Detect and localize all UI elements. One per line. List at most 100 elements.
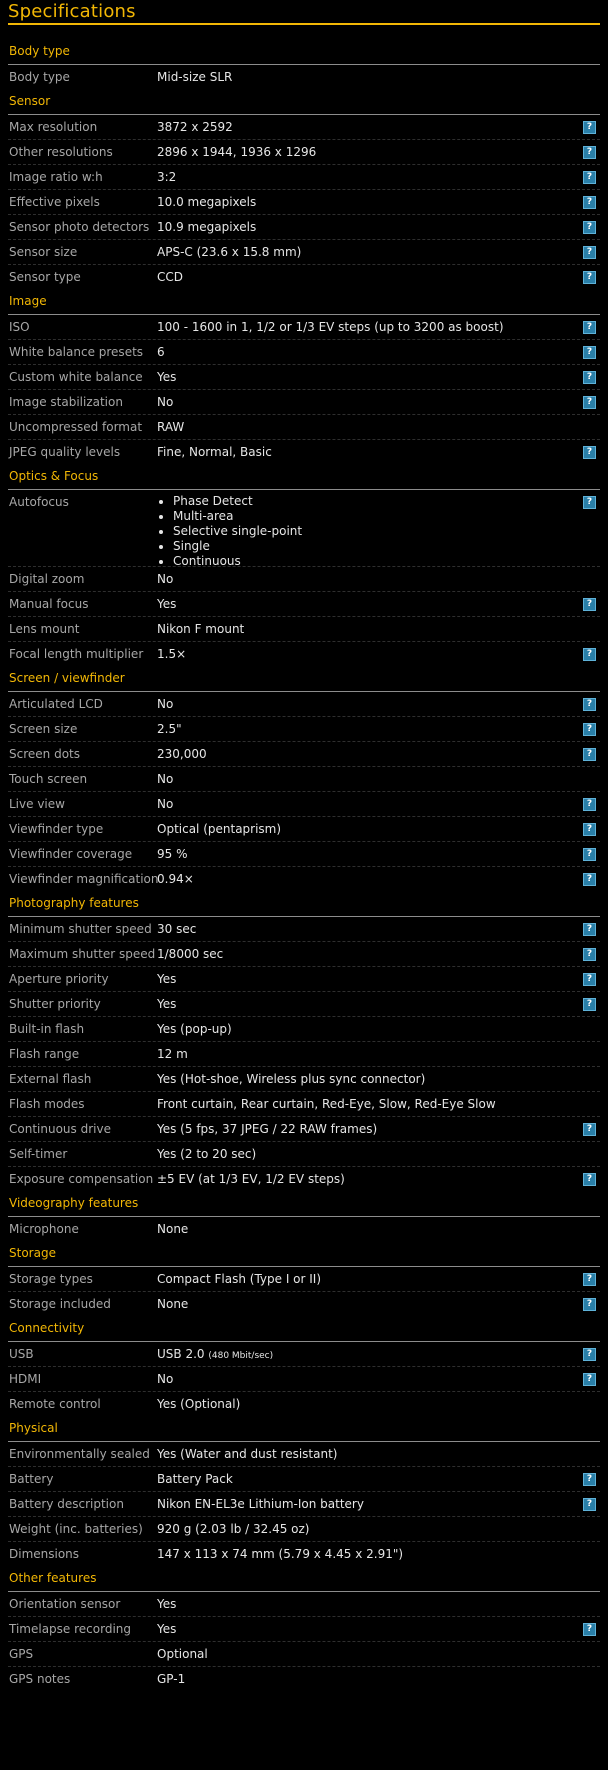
- spec-label: USB: [9, 1347, 34, 1361]
- spec-value-text: 147 x 113 x 74 mm (5.79 x 4.45 x 2.91"): [157, 1547, 404, 1561]
- spec-label: Flash modes: [9, 1097, 85, 1111]
- spec-value-text: 12 m: [157, 1047, 188, 1061]
- spec-value: 147 x 113 x 74 mm (5.79 x 4.45 x 2.91"): [157, 1542, 403, 1567]
- spec-row-manual-focus: Manual focus Yes?: [8, 592, 600, 617]
- help-icon[interactable]: ?: [583, 346, 596, 359]
- spec-value: 95 %: [157, 842, 188, 867]
- help-icon[interactable]: ?: [583, 1373, 596, 1386]
- spec-value: 2896 x 1944, 1936 x 1296: [157, 140, 316, 165]
- spec-value-text: Mid-size SLR: [157, 70, 233, 84]
- spec-row-digital-zoom: Digital zoom No: [8, 567, 600, 592]
- help-icon[interactable]: ?: [583, 848, 596, 861]
- help-icon[interactable]: ?: [583, 723, 596, 736]
- spec-label: Self-timer: [9, 1147, 68, 1161]
- spec-label: Continuous drive: [9, 1122, 111, 1136]
- help-icon[interactable]: ?: [583, 698, 596, 711]
- help-icon[interactable]: ?: [583, 973, 596, 986]
- spec-value-text: Yes (2 to 20 sec): [157, 1147, 257, 1161]
- spec-value: None: [157, 1217, 188, 1242]
- help-icon[interactable]: ?: [583, 146, 596, 159]
- help-icon[interactable]: ?: [583, 196, 596, 209]
- spec-label: GPS: [9, 1647, 34, 1661]
- help-icon[interactable]: ?: [583, 121, 596, 134]
- help-icon[interactable]: ?: [583, 1123, 596, 1136]
- spec-row-dimensions: Dimensions 147 x 113 x 74 mm (5.79 x 4.45…: [8, 1542, 600, 1567]
- spec-value: Optical (pentaprism): [157, 817, 281, 842]
- help-icon[interactable]: ?: [583, 798, 596, 811]
- spec-value-text: 10.9 megapixels: [157, 220, 257, 234]
- spec-value-text: ±5 EV (at 1/3 EV, 1/2 EV steps): [157, 1172, 345, 1186]
- spec-value-text: Yes (Water and dust resistant): [157, 1447, 338, 1461]
- title-divider: [8, 23, 600, 25]
- spec-row-flash-modes: Flash modes Front curtain, Rear curtain, …: [8, 1092, 600, 1117]
- spec-value: No: [157, 1367, 173, 1392]
- spec-label: Orientation sensor: [9, 1597, 121, 1611]
- help-icon[interactable]: ?: [583, 1298, 596, 1311]
- help-icon[interactable]: ?: [583, 496, 596, 509]
- spec-row-battery-description: Battery description Nikon EN-EL3e Lithium…: [8, 1492, 600, 1517]
- spec-label: Environmentally sealed: [9, 1447, 150, 1461]
- help-icon[interactable]: ?: [583, 221, 596, 234]
- spec-value: Fine, Normal, Basic: [157, 440, 272, 465]
- help-icon[interactable]: ?: [583, 1348, 596, 1361]
- spec-value: 1.5×: [157, 642, 186, 667]
- spec-value: Yes: [157, 967, 176, 992]
- help-icon[interactable]: ?: [583, 598, 596, 611]
- help-icon[interactable]: ?: [583, 748, 596, 761]
- help-icon[interactable]: ?: [583, 648, 596, 661]
- spec-value-text: No: [157, 797, 174, 811]
- help-icon[interactable]: ?: [583, 998, 596, 1011]
- help-icon[interactable]: ?: [583, 1473, 596, 1486]
- spec-value: Yes: [157, 1592, 176, 1617]
- spec-value-text: 100 - 1600 in 1, 1/2 or 1/3 EV steps (up…: [157, 320, 504, 334]
- spec-row-flash-range: Flash range 12 m: [8, 1042, 600, 1067]
- help-icon[interactable]: ?: [583, 371, 596, 384]
- help-icon[interactable]: ?: [583, 171, 596, 184]
- spec-row-articulated-lcd: Articulated LCD No?: [8, 692, 600, 717]
- help-icon[interactable]: ?: [583, 923, 596, 936]
- spec-value: Front curtain, Rear curtain, Red-Eye, Sl…: [157, 1092, 496, 1117]
- spec-value: Nikon EN-EL3e Lithium-Ion battery: [157, 1492, 364, 1517]
- help-icon[interactable]: ?: [583, 948, 596, 961]
- spec-row-aperture-priority: Aperture priority Yes?: [8, 967, 600, 992]
- spec-value-text: Optional: [157, 1647, 208, 1661]
- help-icon[interactable]: ?: [583, 321, 596, 334]
- spec-row-image-ratio-w-h: Image ratio w:h 3:2?: [8, 165, 600, 190]
- spec-value: Mid-size SLR: [157, 65, 232, 90]
- spec-value: 10.9 megapixels: [157, 215, 256, 240]
- help-icon[interactable]: ?: [583, 446, 596, 459]
- spec-row-storage-types: Storage types Compact Flash (Type I or II…: [8, 1267, 600, 1292]
- spec-value-text: Yes (pop-up): [157, 1022, 232, 1036]
- spec-value-text: No: [157, 1372, 174, 1386]
- spec-value-text: None: [157, 1297, 189, 1311]
- spec-value-text: 3872 x 2592: [157, 120, 233, 134]
- spec-value-text: Front curtain, Rear curtain, Red-Eye, Sl…: [157, 1097, 496, 1111]
- help-icon[interactable]: ?: [583, 246, 596, 259]
- spec-label: Body type: [9, 70, 70, 84]
- spec-value: 230,000: [157, 742, 207, 767]
- spec-value: 10.0 megapixels: [157, 190, 256, 215]
- spec-label: Exposure compensation: [9, 1172, 154, 1186]
- spec-value-text: No: [157, 697, 174, 711]
- spec-value: 3872 x 2592: [157, 115, 233, 140]
- spec-value-text: Battery Pack: [157, 1472, 233, 1486]
- spec-row-image-stabilization: Image stabilization No?: [8, 390, 600, 415]
- help-icon[interactable]: ?: [583, 1173, 596, 1186]
- spec-value-text: GP-1: [157, 1672, 186, 1686]
- help-icon[interactable]: ?: [583, 873, 596, 886]
- help-icon[interactable]: ?: [583, 1498, 596, 1511]
- help-icon[interactable]: ?: [583, 1623, 596, 1636]
- help-icon[interactable]: ?: [583, 271, 596, 284]
- spec-value: 100 - 1600 in 1, 1/2 or 1/3 EV steps (up…: [157, 315, 504, 340]
- spec-value-text: CCD: [157, 270, 183, 284]
- spec-value-text: 2896 x 1944, 1936 x 1296: [157, 145, 317, 159]
- spec-row-uncompressed-format: Uncompressed format RAW: [8, 415, 600, 440]
- spec-value: No: [157, 390, 173, 415]
- spec-label: Viewfinder magnification: [9, 872, 159, 886]
- spec-label: Autofocus: [9, 495, 69, 509]
- spec-list-item: Single: [173, 539, 302, 554]
- help-icon[interactable]: ?: [583, 1273, 596, 1286]
- help-icon[interactable]: ?: [583, 396, 596, 409]
- section-header-sensor: Sensor: [8, 90, 600, 115]
- help-icon[interactable]: ?: [583, 823, 596, 836]
